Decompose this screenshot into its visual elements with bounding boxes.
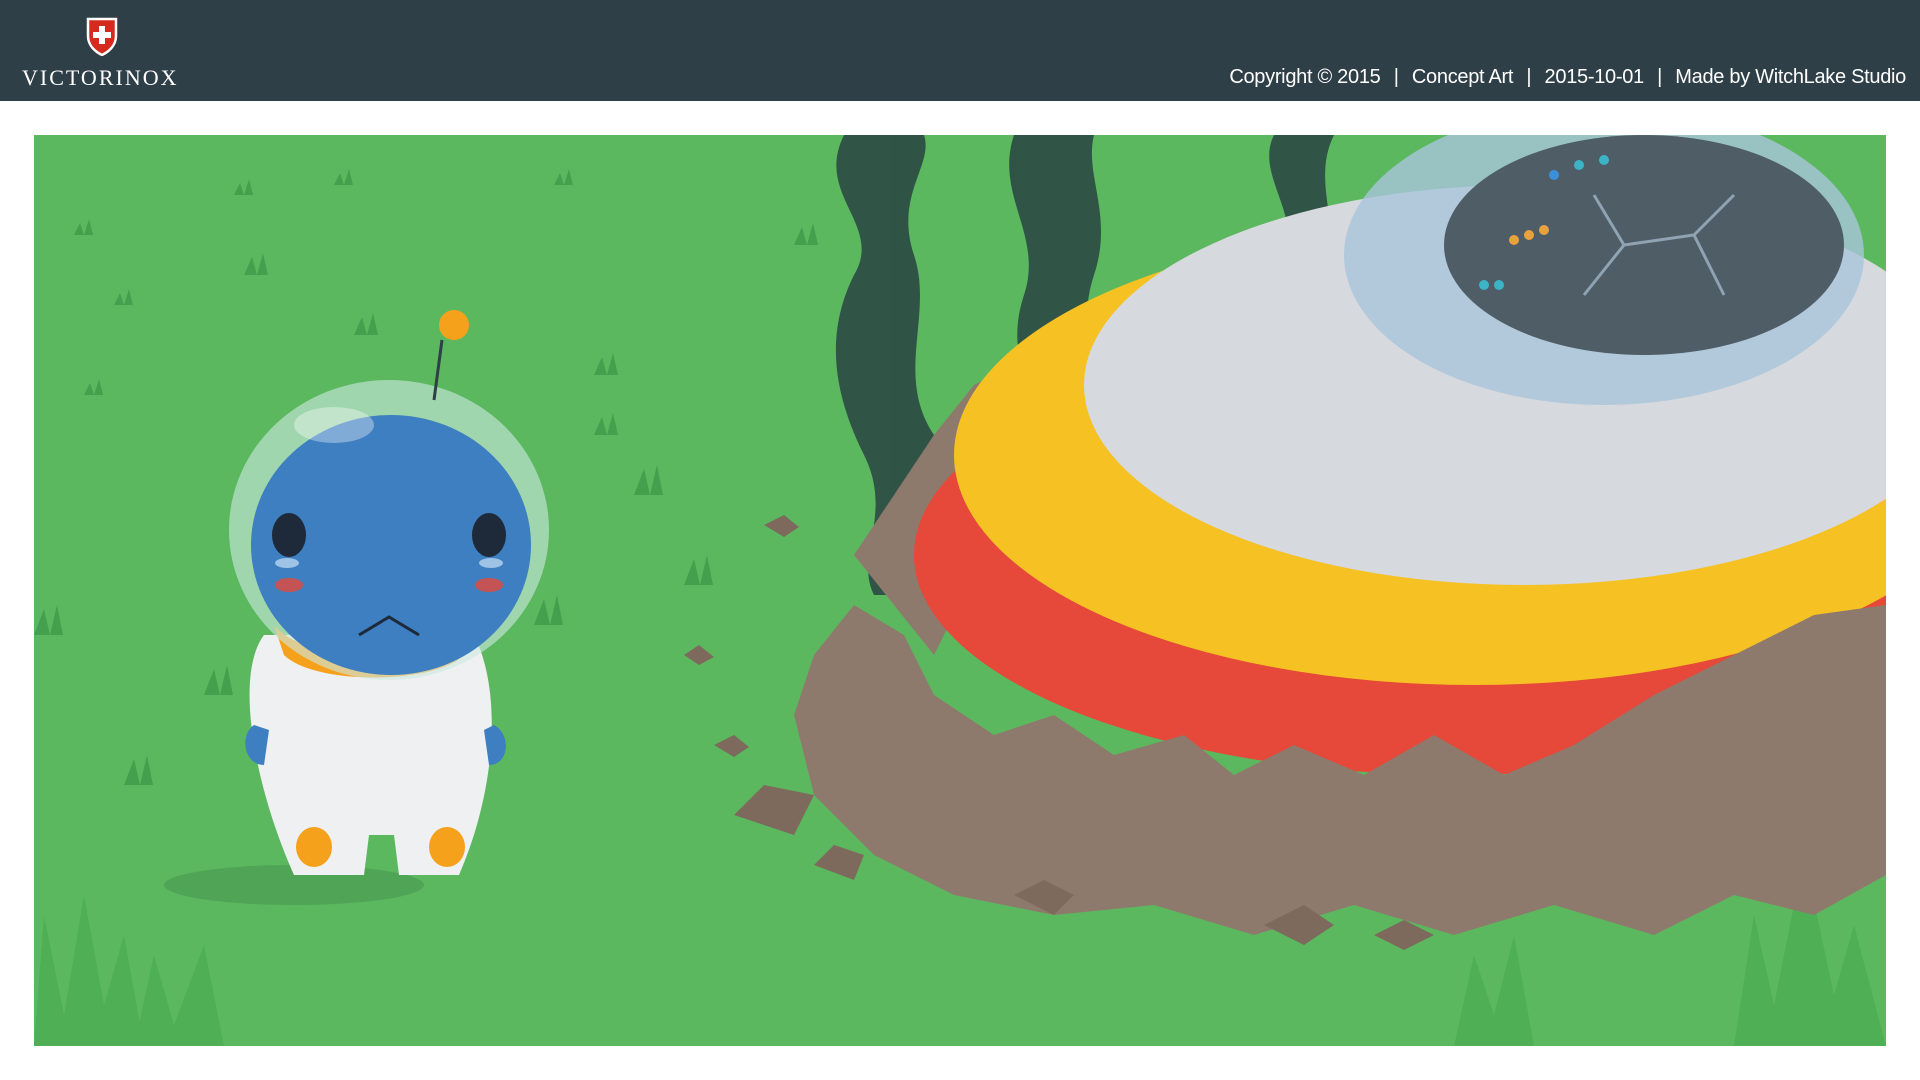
- astronaut-boot-left: [296, 827, 332, 867]
- copyright-text: Copyright © 2015: [1229, 66, 1381, 88]
- meta-separator: |: [1657, 66, 1663, 88]
- meta-line: Copyright © 2015 | Concept Art | 2015-10…: [1229, 66, 1906, 94]
- cockpit-interior: [1444, 135, 1844, 355]
- astronaut-boot-right: [429, 827, 465, 867]
- category-text: Concept Art: [1411, 66, 1514, 88]
- helmet-highlight: [294, 407, 374, 443]
- meta-separator: |: [1526, 66, 1532, 88]
- credit-text: Made by WitchLake Studio: [1675, 66, 1906, 88]
- meta-separator: |: [1393, 66, 1399, 88]
- tear-left: [275, 558, 299, 568]
- antenna-ball: [439, 310, 469, 340]
- swiss-cross-shield-icon: [86, 17, 118, 56]
- brand-logo[interactable]: VICTORINOX: [22, 16, 192, 94]
- concept-art-illustration: [34, 135, 1886, 1046]
- illustration-canvas: [34, 135, 1886, 1046]
- top-header-bar: VICTORINOX Copyright © 2015 | Concept Ar…: [0, 0, 1920, 101]
- astronaut-eye-left: [272, 513, 306, 557]
- blush-right: [475, 578, 503, 592]
- brand-name: VICTORINOX: [22, 65, 179, 90]
- blush-left: [275, 578, 303, 592]
- astronaut-eye-right: [472, 513, 506, 557]
- tear-right: [479, 558, 503, 568]
- date-text: 2015-10-01: [1544, 66, 1645, 88]
